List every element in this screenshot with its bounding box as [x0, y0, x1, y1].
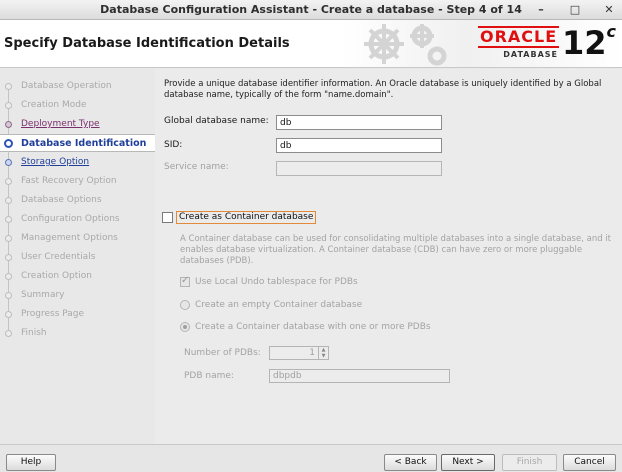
nav-item-configuration-options: Configuration Options: [0, 210, 155, 228]
empty-cdb-radio[interactable]: Create an empty Container database: [180, 300, 362, 310]
pdb-name-label: PDB name:: [184, 371, 234, 381]
cdb-with-pdbs-radio[interactable]: Create a Container database with one or …: [180, 322, 431, 332]
window-title: Database Configuration Assistant - Creat…: [100, 3, 522, 16]
nav-item-database-operation: Database Operation: [0, 77, 155, 95]
nav-item-label: Management Options: [21, 233, 118, 243]
nav-item-progress-page: Progress Page: [0, 305, 155, 323]
global-db-name-input[interactable]: [276, 115, 442, 130]
version-badge: 12c: [562, 22, 617, 63]
step-dot-icon: [5, 196, 12, 204]
button-bar: Help < Back Next > Finish Cancel: [0, 444, 622, 472]
nav-item-user-credentials: User Credentials: [0, 248, 155, 266]
version-number: 12: [562, 24, 607, 62]
create-cdb-checkbox[interactable]: Create as Container database: [162, 211, 317, 224]
oracle-database-logo: ORACLE DATABASE: [478, 26, 562, 62]
nav-item-label: Configuration Options: [21, 214, 120, 224]
checkbox-box[interactable]: [162, 212, 173, 223]
intro-text: Provide a unique database identifier inf…: [164, 79, 602, 100]
window-title-bar: Database Configuration Assistant - Creat…: [0, 0, 622, 20]
service-name-input[interactable]: [276, 161, 442, 176]
checkbox-box[interactable]: ✓: [180, 275, 190, 287]
version-suffix: c: [606, 22, 617, 41]
nav-item-label: Database Identification: [21, 137, 147, 149]
minimize-button[interactable]: –: [534, 2, 548, 18]
back-button[interactable]: < Back: [384, 454, 437, 471]
step-dot-icon: [5, 272, 12, 280]
gears-icon: [364, 24, 447, 66]
nav-item-label: User Credentials: [21, 252, 96, 262]
nav-item-storage-option[interactable]: Storage Option: [0, 153, 155, 171]
oracle-brand-sub: DATABASE: [503, 50, 558, 59]
step-navigation: Database Operation Creation Mode Deploym…: [0, 69, 155, 444]
nav-item-management-options: Management Options: [0, 229, 155, 247]
nav-item-label: Database Operation: [21, 81, 112, 91]
nav-item-creation-mode: Creation Mode: [0, 96, 155, 114]
checkmark-icon: ✓: [181, 275, 190, 286]
nav-item-label: Summary: [21, 290, 65, 300]
nav-item-deployment-type[interactable]: Deployment Type: [0, 115, 155, 133]
page-title: Specify Database Identification Details: [4, 36, 290, 51]
nav-item-label[interactable]: Deployment Type: [21, 119, 100, 129]
num-pdbs-value[interactable]: 1: [270, 347, 318, 359]
empty-cdb-label: Create an empty Container database: [195, 300, 363, 310]
nav-item-label[interactable]: Storage Option: [21, 157, 89, 167]
nav-item-summary: Summary: [0, 286, 155, 304]
close-button[interactable]: ✕: [602, 2, 616, 18]
nav-item-creation-option: Creation Option: [0, 267, 155, 285]
local-undo-label: Use Local Undo tablespace for PDBs: [195, 277, 358, 287]
nav-item-label: Fast Recovery Option: [21, 176, 117, 186]
main-panel: Provide a unique database identifier inf…: [155, 69, 622, 444]
nav-item-label: Database Options: [21, 195, 102, 205]
radio-button[interactable]: [180, 300, 190, 310]
step-dot-icon: [4, 138, 13, 148]
step-dot-icon: [5, 329, 12, 337]
step-dot-icon: [5, 158, 12, 166]
step-dot-icon: [5, 253, 12, 261]
spinner-arrows[interactable]: ▲ ▼: [318, 347, 328, 359]
service-name-label: Service name:: [164, 162, 229, 172]
step-dot-icon: [5, 82, 12, 90]
num-pdbs-spinner[interactable]: 1 ▲ ▼: [269, 346, 329, 360]
help-button[interactable]: Help: [6, 454, 56, 471]
step-dot-icon: [5, 234, 12, 242]
nav-item-database-options: Database Options: [0, 191, 155, 209]
maximize-button[interactable]: □: [568, 2, 582, 18]
next-button[interactable]: Next >: [441, 454, 495, 471]
spinner-down-icon[interactable]: ▼: [319, 353, 328, 359]
pdb-name-input[interactable]: dbpdb: [269, 369, 450, 383]
oracle-brand: ORACLE: [478, 26, 560, 48]
radio-button[interactable]: [180, 322, 190, 332]
cdb-with-pdbs-label: Create a Container database with one or …: [195, 322, 431, 332]
step-dot-icon: [5, 177, 12, 185]
page-header: Specify Database Identification Details …: [0, 20, 622, 68]
num-pdbs-label: Number of PDBs:: [184, 348, 261, 358]
create-cdb-label[interactable]: Create as Container database: [176, 211, 317, 224]
step-dot-icon: [5, 101, 12, 109]
cancel-button[interactable]: Cancel: [563, 454, 616, 471]
nav-item-database-identification[interactable]: Database Identification: [0, 134, 155, 152]
finish-button[interactable]: Finish: [502, 454, 557, 471]
step-dot-icon: [5, 215, 12, 223]
sid-input[interactable]: [276, 138, 442, 153]
global-db-name-label: Global database name:: [164, 116, 269, 126]
step-dot-icon: [5, 310, 12, 318]
step-dot-icon: [5, 120, 12, 128]
step-dot-icon: [5, 291, 12, 299]
nav-item-label: Creation Mode: [21, 100, 87, 110]
nav-item-finish: Finish: [0, 324, 155, 342]
nav-item-label: Progress Page: [21, 309, 85, 319]
cdb-description: A Container database can be used for con…: [180, 234, 612, 266]
local-undo-checkbox[interactable]: ✓ Use Local Undo tablespace for PDBs: [180, 275, 358, 287]
nav-item-label: Creation Option: [21, 271, 92, 281]
nav-item-fast-recovery-option: Fast Recovery Option: [0, 172, 155, 190]
sid-label: SID:: [164, 140, 183, 150]
nav-item-label: Finish: [21, 328, 47, 338]
